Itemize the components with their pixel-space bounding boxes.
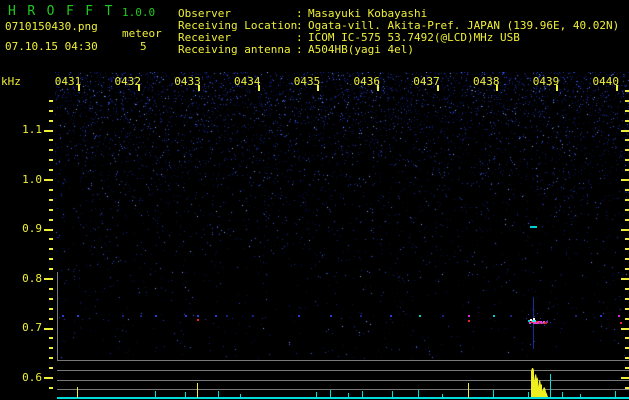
signal-level-trace — [77, 368, 616, 398]
meteor-burst-peak — [531, 368, 548, 397]
hrofft-window: HROFFT 1.0.0 0710150430.png meteor 07.10… — [0, 0, 629, 400]
